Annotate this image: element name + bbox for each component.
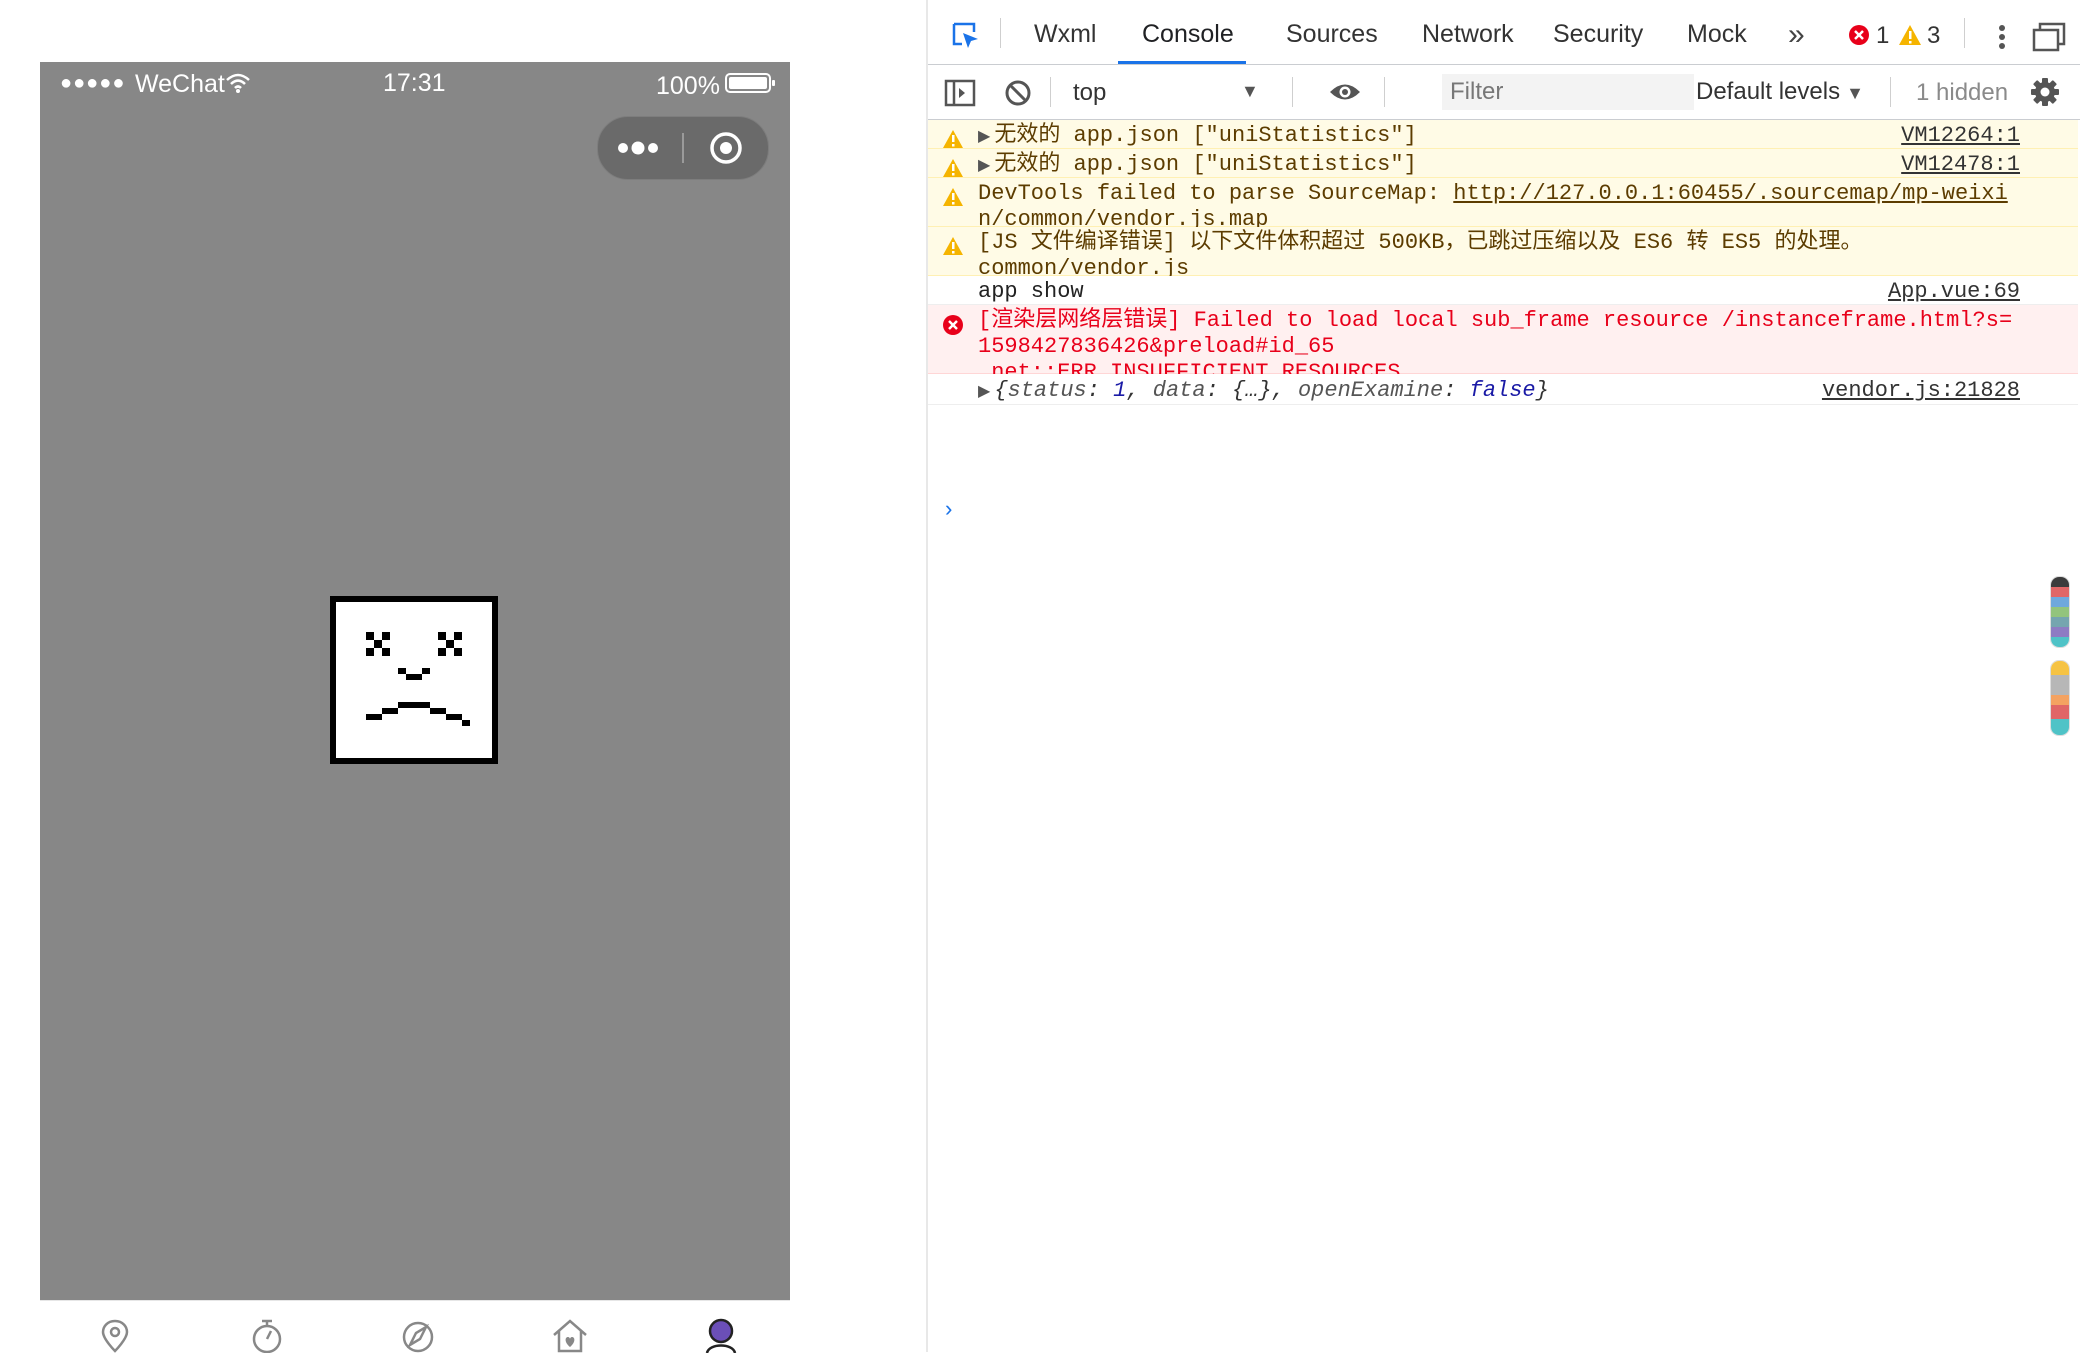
clear-console-icon[interactable]: [1004, 79, 1032, 107]
capsule-divider: [682, 133, 684, 163]
object-key: status: [1007, 378, 1087, 403]
object-value: 1: [1113, 378, 1127, 403]
message-content: DevTools failed to parse SourceMap:: [978, 181, 1454, 206]
context-selector[interactable]: top ▼: [1073, 73, 1273, 111]
warning-count[interactable]: 3: [1927, 22, 1940, 50]
context-label: top: [1073, 79, 1107, 106]
message-content: 无效的 app.json ["uniStatistics"]: [994, 123, 1417, 148]
tab-console[interactable]: Console: [1142, 20, 1234, 49]
console-message-log[interactable]: ▶ {status: 1, data: {…}, openExamine: fal…: [928, 374, 2078, 405]
error-icon: [943, 315, 963, 335]
chevron-down-icon: ▼: [1241, 81, 1259, 101]
scroll-marker[interactable]: [2050, 576, 2070, 648]
inspect-element-icon[interactable]: [950, 20, 980, 50]
warning-icon: [943, 130, 963, 148]
console-toolbar: top ▼ Default levels▼ 1 hidden: [928, 65, 2080, 120]
tab-separator: [1000, 18, 1001, 48]
object-key: data: [1152, 378, 1206, 403]
status-time: 17:31: [383, 69, 446, 97]
kebab-menu-icon[interactable]: [1990, 24, 2014, 50]
message-text: [JS 文件编译错误] 以下文件体积超过 500KB，已跳过压缩以及 ES6 转…: [978, 230, 1863, 281]
log-levels-dropdown[interactable]: Default levels ▼: [1696, 78, 1864, 106]
profile-icon[interactable]: [701, 1317, 741, 1353]
console-message-warning[interactable]: [JS 文件编译错误] 以下文件体积超过 500KB，已跳过压缩以及 ES6 转…: [928, 227, 2078, 281]
location-pin-icon[interactable]: [95, 1317, 135, 1353]
wifi-icon: [226, 73, 250, 93]
message-source-link[interactable]: App.vue:69: [1888, 279, 2020, 305]
devtools-tab-bar: Wxml Console Sources Network Security Mo…: [928, 0, 2080, 65]
error-count-icon[interactable]: [1848, 24, 1870, 46]
simulator-panel: ●●●●● WeChat 17:31 100%: [0, 0, 926, 1353]
console-message-warning[interactable]: ▶ 无效的 app.json ["uniStatistics"] VM12478:…: [928, 149, 2078, 178]
status-bar: ●●●●● WeChat 17:31 100%: [40, 62, 790, 106]
object-value: false: [1469, 378, 1536, 403]
sidebar-toggle-icon[interactable]: [944, 79, 976, 107]
carrier-name: WeChat: [135, 70, 225, 98]
active-tab-indicator: [1118, 61, 1246, 64]
object-key: openExamine: [1297, 378, 1444, 403]
capsule-more-button[interactable]: [598, 117, 682, 179]
message-text: ▶ 无效的 app.json ["uniStatistics"]: [978, 152, 1858, 179]
message-text: DevTools failed to parse SourceMap: http…: [978, 181, 2018, 233]
message-text: app show: [978, 279, 1084, 304]
console-message-warning[interactable]: ▶ 无效的 app.json ["uniStatistics"] VM12264:…: [928, 120, 2078, 149]
tab-security[interactable]: Security: [1553, 20, 1643, 49]
eye-icon[interactable]: [1328, 81, 1362, 103]
signal-strength: ●●●●●: [60, 72, 126, 94]
gear-icon[interactable]: [2030, 77, 2060, 107]
filter-input[interactable]: [1442, 74, 1694, 110]
more-dots-icon: [618, 141, 658, 155]
tab-sources[interactable]: Sources: [1286, 20, 1378, 49]
toolbar-separator: [1050, 77, 1051, 107]
warning-icon: [943, 237, 963, 255]
hidden-messages-count: 1 hidden: [1916, 79, 2009, 106]
message-text: ▶ {status: 1, data: {…}, openExamine: fal…: [978, 378, 1549, 403]
warning-icon: [943, 159, 963, 177]
chevron-down-icon: ▼: [1846, 83, 1864, 103]
object-brace: }: [1535, 378, 1549, 403]
tab-network[interactable]: Network: [1422, 20, 1514, 49]
console-prompt[interactable]: ›: [942, 498, 955, 523]
object-brace: {: [994, 378, 1008, 403]
log-levels-label: Default levels: [1696, 78, 1841, 105]
phone-screen: ●●●●● WeChat 17:31 100%: [40, 62, 790, 1352]
message-source-link[interactable]: VM12478:1: [1901, 152, 2020, 178]
expand-arrow-icon[interactable]: ▶: [978, 383, 990, 401]
battery-percent: 100%: [656, 72, 720, 100]
message-text: ▶ 无效的 app.json ["uniStatistics"]: [978, 123, 1858, 150]
expand-arrow-icon[interactable]: ▶: [978, 128, 990, 146]
capsule-close-button[interactable]: [686, 117, 768, 179]
toolbar-separator: [1292, 77, 1293, 107]
warning-icon: [943, 188, 963, 206]
tab-separator: [1964, 18, 1965, 48]
scroll-marker[interactable]: [2050, 660, 2070, 736]
toolbar-separator: [1890, 77, 1891, 107]
devtools-panel: Wxml Console Sources Network Security Mo…: [928, 0, 2080, 1352]
message-content: 无效的 app.json ["uniStatistics"]: [994, 152, 1417, 177]
message-source-link[interactable]: vendor.js:21828: [1822, 378, 2020, 404]
console-message-log[interactable]: app show App.vue:69: [928, 276, 2078, 305]
sad-face-icon: [330, 596, 498, 764]
message-source-link[interactable]: VM12264:1: [1901, 123, 2020, 149]
more-tabs-icon[interactable]: »: [1788, 18, 1805, 52]
error-count[interactable]: 1: [1876, 22, 1889, 50]
console-message-error[interactable]: [渲染层网络层错误] Failed to load local sub_fram…: [928, 305, 2078, 385]
warning-count-icon[interactable]: [1898, 24, 1922, 46]
expand-arrow-icon[interactable]: ▶: [978, 157, 990, 175]
tab-mock[interactable]: Mock: [1687, 20, 1747, 49]
tab-bar: [40, 1300, 790, 1353]
object-value: {…}: [1231, 378, 1272, 403]
target-circle-icon: [710, 132, 742, 164]
compass-icon[interactable]: [398, 1317, 438, 1353]
home-heart-icon[interactable]: [550, 1317, 590, 1353]
console-message-warning[interactable]: DevTools failed to parse SourceMap: http…: [928, 178, 2078, 232]
mini-program-capsule: [597, 116, 769, 180]
battery-icon: [725, 73, 775, 93]
toolbar-separator: [1384, 77, 1385, 107]
timer-icon[interactable]: [247, 1317, 287, 1353]
tab-wxml[interactable]: Wxml: [1034, 20, 1096, 49]
console-messages: ▶ 无效的 app.json ["uniStatistics"] VM12264:…: [928, 120, 2080, 1352]
dock-side-icon[interactable]: [2032, 22, 2066, 52]
